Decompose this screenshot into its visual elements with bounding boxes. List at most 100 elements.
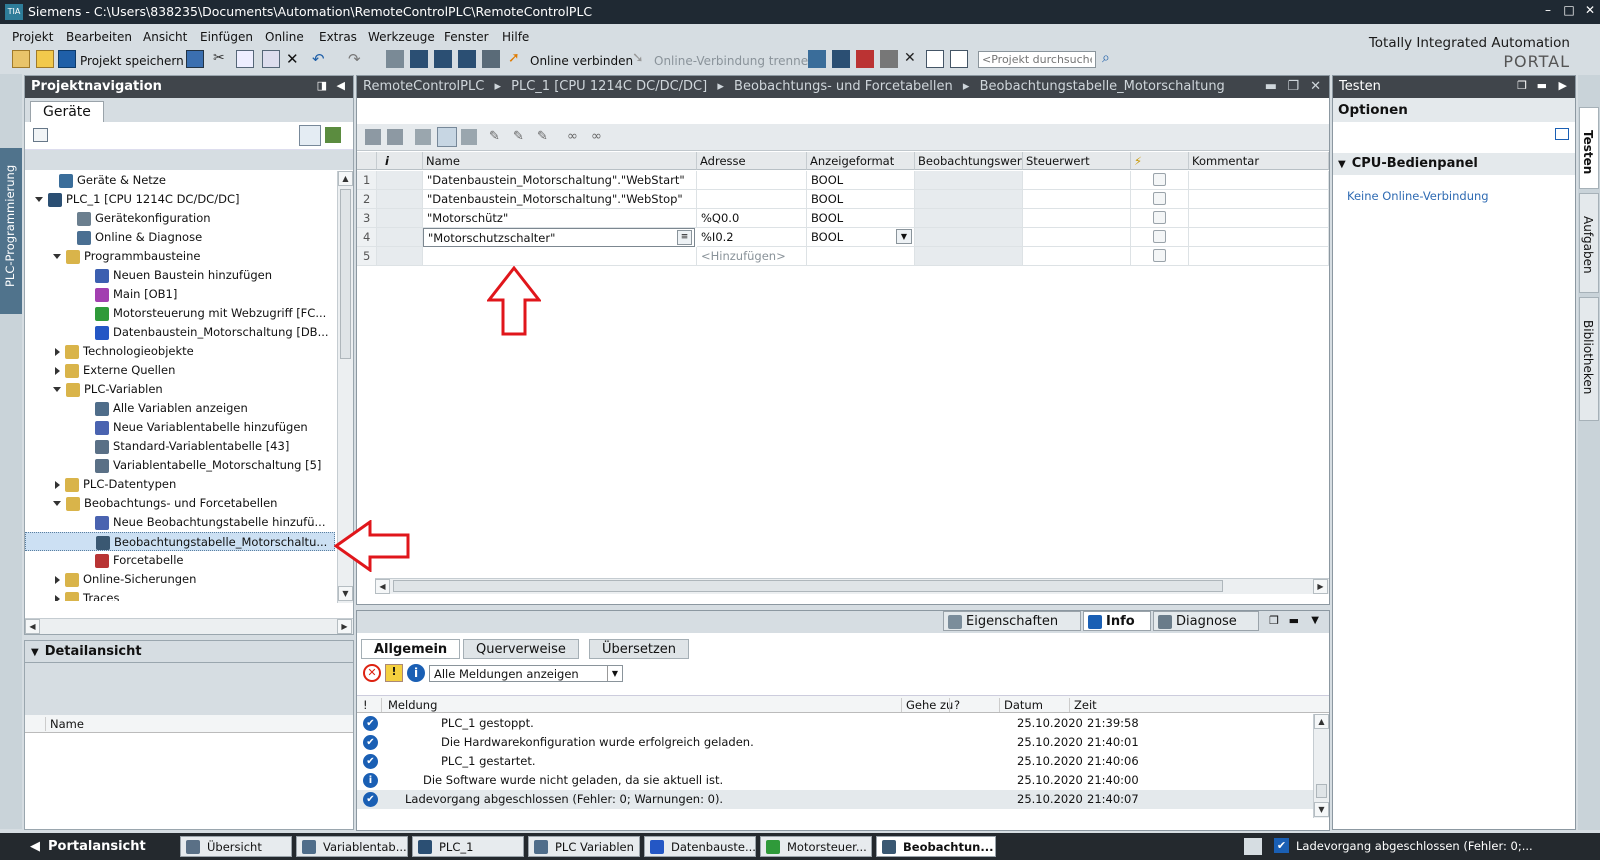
taskbar-item[interactable]: Übersicht: [180, 836, 292, 857]
format-dropdown-icon[interactable]: ▼: [896, 229, 912, 244]
name-cell[interactable]: "Motorschütz": [423, 209, 697, 228]
editor-float-icon[interactable]: ❐: [1287, 79, 1299, 94]
address-cell[interactable]: [697, 190, 807, 209]
inspector-float-icon[interactable]: ❐: [1269, 614, 1279, 627]
col-num[interactable]: [357, 152, 377, 170]
name-cell[interactable]: [423, 247, 697, 266]
modify-value-cell[interactable]: [1023, 228, 1131, 247]
collapsed-icon[interactable]: [55, 480, 60, 489]
format-cell[interactable]: [807, 247, 915, 266]
compile-icon[interactable]: [410, 50, 428, 68]
menu-extras[interactable]: Extras: [319, 30, 357, 44]
modify-value-cell[interactable]: [1023, 190, 1131, 209]
online-connect-icon[interactable]: ➚: [508, 50, 526, 68]
tree-item[interactable]: Geräte & Netze: [25, 171, 335, 190]
tree-item[interactable]: Externe Quellen: [25, 361, 335, 380]
menu-online[interactable]: Online: [265, 30, 304, 44]
cpu-panel-header[interactable]: ▼ CPU-Bedienpanel: [1333, 153, 1575, 175]
name-cell[interactable]: "Datenbaustein_Motorschaltung"."WebStart…: [423, 171, 697, 190]
show-columns-icon[interactable]: ∞: [567, 129, 583, 145]
modify-trigger-icon[interactable]: ✎: [513, 129, 529, 145]
add-row-icon[interactable]: [387, 129, 403, 145]
expanded-icon[interactable]: [53, 387, 61, 392]
cut-icon[interactable]: ✂: [213, 50, 231, 68]
force-icon[interactable]: [461, 129, 477, 145]
list-view-icon[interactable]: [299, 125, 321, 146]
taskbar-item[interactable]: PLC_1: [412, 836, 524, 857]
subtab-querverweise[interactable]: Querverweise: [463, 639, 579, 659]
comment-cell[interactable]: [1189, 228, 1329, 247]
right-float-icon[interactable]: ❐: [1517, 79, 1527, 92]
col-adresse[interactable]: Adresse: [697, 152, 807, 170]
scroll-down-icon[interactable]: ▼: [338, 586, 353, 601]
undo-icon[interactable]: ↶: [312, 50, 330, 68]
collapsed-icon[interactable]: [55, 347, 60, 356]
tree-item[interactable]: Standard-Variablentabelle [43]: [25, 437, 335, 456]
enable-peripheral-icon[interactable]: ✎: [537, 129, 553, 145]
accessible-devices-icon[interactable]: [808, 50, 826, 68]
cross-reference-icon[interactable]: [880, 50, 898, 68]
subtab-uebersetzen[interactable]: Übersetzen: [589, 639, 690, 659]
online-connect-button[interactable]: Online verbinden: [530, 54, 633, 68]
tree-item[interactable]: Technologieobjekte: [25, 342, 335, 361]
monitor-all-icon[interactable]: [415, 129, 431, 145]
device-view-icon[interactable]: [33, 128, 48, 142]
tree-item[interactable]: Neue Beobachtungstabelle hinzufü...: [25, 513, 335, 532]
address-cell[interactable]: [697, 171, 807, 190]
taskbar-item[interactable]: Variablentab...: [296, 836, 408, 857]
modify-checkbox[interactable]: [1153, 173, 1166, 186]
tab-bibliotheken[interactable]: Bibliotheken: [1579, 297, 1599, 421]
detail-title[interactable]: ▼ Detailansicht: [25, 641, 353, 663]
split-vertical-icon[interactable]: [950, 50, 968, 68]
tree-item[interactable]: Forcetabelle: [25, 551, 335, 570]
address-cell[interactable]: %I0.2: [697, 228, 807, 247]
breadcrumb-1[interactable]: PLC_1 [CPU 1214C DC/DC/DC]: [511, 79, 707, 94]
save-project-button[interactable]: Projekt speichern: [80, 54, 184, 68]
right-minimize-icon[interactable]: ▬: [1537, 79, 1547, 92]
comment-cell[interactable]: [1189, 171, 1329, 190]
tree-item[interactable]: Datenbaustein_Motorschaltung [DB...: [25, 323, 335, 342]
collapsed-icon[interactable]: [55, 594, 60, 601]
comment-cell[interactable]: [1189, 247, 1329, 266]
message-row[interactable]: ✔ PLC_1 gestoppt. 25.10.2020 21:39:58: [357, 714, 1317, 733]
editor-scroll-thumb[interactable]: [393, 580, 1223, 592]
message-row[interactable]: i Die Software wurde nicht geladen, da si…: [357, 771, 1317, 790]
col-name[interactable]: Name: [423, 152, 697, 170]
tree-item[interactable]: Neuen Baustein hinzufügen: [25, 266, 335, 285]
tree-item[interactable]: Gerätekonfiguration: [25, 209, 335, 228]
tab-info[interactable]: Info: [1083, 611, 1151, 631]
collapsed-icon[interactable]: [55, 366, 60, 375]
modify-value-cell[interactable]: [1023, 209, 1131, 228]
col-steuerwert[interactable]: Steuerwert: [1023, 152, 1131, 170]
warning-filter-icon[interactable]: !: [385, 664, 403, 682]
maximize-icon[interactable]: □: [1561, 3, 1577, 19]
tab-aufgaben[interactable]: Aufgaben: [1579, 193, 1599, 293]
name-cell[interactable]: "Motorschutzschalter" ≡: [423, 228, 695, 247]
taskbar-item[interactable]: Datenbauste...: [644, 836, 756, 857]
scroll-down-icon[interactable]: ▼: [1314, 802, 1329, 817]
collapse-right-icon[interactable]: ▶: [1559, 79, 1567, 92]
message-row[interactable]: ✔ PLC_1 gestartet. 25.10.2020 21:40:06: [357, 752, 1317, 771]
tree-item[interactable]: Online-Sicherungen: [25, 570, 335, 589]
force-cell[interactable]: [1131, 228, 1189, 247]
menu-werkzeuge[interactable]: Werkzeuge: [368, 30, 435, 44]
tree-item[interactable]: PLC-Variablen: [25, 380, 335, 399]
col-anzeigeformat[interactable]: Anzeigeformat: [807, 152, 915, 170]
tools-icon[interactable]: ✕: [904, 50, 922, 68]
inspector-collapse-icon[interactable]: ▼: [1311, 615, 1319, 626]
force-cell[interactable]: [1131, 209, 1189, 228]
force-cell[interactable]: [1131, 190, 1189, 209]
editor-close-icon[interactable]: ✕: [1310, 79, 1321, 94]
menu-projekt[interactable]: Projekt: [12, 30, 53, 44]
online-disconnect-icon[interactable]: ➘: [632, 50, 650, 68]
message-scrollbar[interactable]: ▲ ▼: [1313, 714, 1329, 818]
project-search-input[interactable]: [978, 51, 1096, 68]
modify-value-cell[interactable]: [1023, 247, 1131, 266]
comment-cell[interactable]: [1189, 209, 1329, 228]
col-beobachtungswert[interactable]: Beobachtungswert: [915, 152, 1023, 170]
search-icon[interactable]: ⌕: [1102, 50, 1120, 68]
col-kommentar[interactable]: Kommentar: [1189, 152, 1329, 170]
message-row[interactable]: ✔ Die Hardwarekonfiguration wurde erfolgr…: [357, 733, 1317, 752]
taskbar-item[interactable]: PLC Variablen: [528, 836, 640, 857]
collapsed-icon[interactable]: [55, 575, 60, 584]
